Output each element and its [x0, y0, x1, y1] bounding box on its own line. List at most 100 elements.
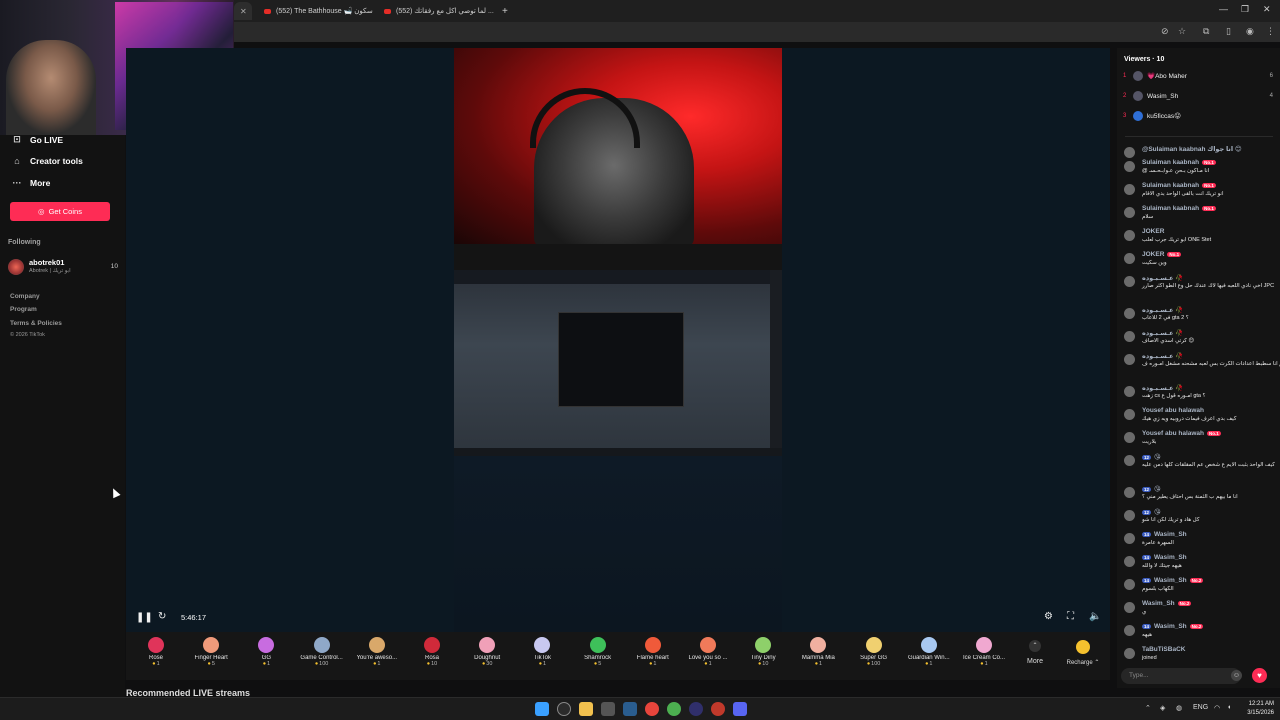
gift-item[interactable]: Super GG100 — [846, 637, 902, 667]
avatar — [1124, 276, 1135, 287]
wifi-icon[interactable]: ◠ — [1214, 704, 1220, 712]
chat-input[interactable]: Type... — [1121, 668, 1241, 684]
language-indicator[interactable]: ENG — [1193, 704, 1208, 711]
gift-item[interactable]: Flame heart1 — [625, 637, 681, 667]
chevron-up-icon[interactable]: ⌃ — [1145, 704, 1151, 712]
volume-icon[interactable]: ◖ — [1227, 704, 1231, 711]
viewer-name: Wasim_Sh — [1147, 92, 1179, 100]
following-item[interactable]: abotrek01 Abotrek | ابو تريك 10 — [8, 258, 120, 278]
chat-text: انا ما بيهم ب الثمنة بس احتاف يطير مني ؟ — [1142, 494, 1238, 500]
nav-more[interactable]: ··· More — [12, 178, 51, 188]
camera-off-icon[interactable]: ⊘ — [1161, 26, 1169, 37]
chat-username: عـسـبـوده 🥀 — [1142, 330, 1184, 337]
gift-item[interactable]: Mamma Mia1 — [790, 637, 846, 667]
following-name: abotrek01 — [29, 258, 65, 267]
refresh-icon[interactable]: ↻ — [158, 611, 166, 622]
following-count: 10 — [110, 263, 118, 270]
gift-price: 100 — [846, 661, 902, 667]
app-icon[interactable] — [667, 702, 681, 716]
search-icon[interactable] — [557, 702, 571, 716]
headphones — [530, 88, 640, 148]
network-icon[interactable]: ◈ — [1160, 704, 1165, 712]
gift-item[interactable]: Tiny Diny10 — [735, 637, 791, 667]
video-divider — [454, 244, 782, 270]
emoji-icon[interactable]: ☺ — [1231, 670, 1242, 681]
get-coins-button[interactable]: ◎ Get Coins — [10, 202, 110, 221]
obs-icon[interactable] — [689, 702, 703, 716]
gift-icon — [313, 637, 330, 653]
viewer-rank: 3 — [1123, 113, 1127, 119]
extension-icon[interactable]: ⧉ — [1203, 26, 1209, 37]
chrome-icon[interactable] — [645, 702, 659, 716]
gift-item[interactable]: Ice Cream Co...1 — [956, 637, 1012, 667]
fullscreen-icon[interactable]: ⛶ — [1067, 611, 1074, 622]
gift-item[interactable]: Rose1 — [128, 637, 184, 667]
chat-header: Sulaiman kaabnah No.1 — [1142, 159, 1216, 166]
chat-text: ي — [1142, 609, 1147, 615]
close-icon[interactable]: ✕ — [240, 7, 247, 16]
footer-terms[interactable]: Terms & Policies — [10, 320, 62, 327]
star-icon[interactable]: ☆ — [1178, 26, 1186, 37]
app-tray-icon[interactable]: ◍ — [1176, 704, 1182, 712]
chat-text: السهرة عامرة — [1142, 540, 1174, 546]
volume-icon[interactable]: 🔈 — [1089, 611, 1101, 622]
app-icon[interactable] — [711, 702, 725, 716]
gift-item[interactable]: You're aweso...1 — [349, 637, 405, 667]
viewer-row[interactable]: 2 Wasim_Sh 4 — [1123, 91, 1273, 101]
calendar-icon[interactable] — [601, 702, 615, 716]
minimize-icon[interactable]: — — [1219, 4, 1228, 14]
system-clock[interactable]: 12:21 AM 3/15/2026 — [1247, 700, 1274, 718]
avatar — [1124, 161, 1135, 172]
gift-item[interactable]: Doughnut30 — [459, 637, 515, 667]
discord-icon[interactable] — [733, 702, 747, 716]
new-tab-icon[interactable]: + — [496, 2, 510, 20]
close-window-icon[interactable]: ✕ — [1263, 4, 1271, 15]
gear-icon[interactable]: ⚙ — [1044, 611, 1053, 622]
gift-item[interactable]: Guardian Win...1 — [901, 637, 957, 667]
screen-taskbar — [454, 448, 782, 456]
chat-username: Wasim_Sh — [1154, 623, 1187, 630]
file-explorer-icon[interactable] — [579, 702, 593, 716]
footer-program[interactable]: Program — [10, 306, 37, 313]
pause-icon[interactable]: ❚❚ — [136, 612, 153, 623]
gift-price: 1 — [625, 661, 681, 667]
viewer-row[interactable]: 3 ku5ficcas😛 — [1123, 111, 1273, 121]
level-badge: 14 — [1142, 554, 1152, 560]
windows-start-icon[interactable] — [535, 702, 549, 716]
restore-icon[interactable]: ❐ — [1241, 4, 1249, 15]
browser-tab[interactable]: (552) لما توصي اكل مع رفقاتك ... ✕ — [378, 2, 496, 20]
steam-icon[interactable] — [623, 702, 637, 716]
chat-header: Sulaiman kaabnah No.1 — [1142, 182, 1216, 189]
recharge-label: Recharge ⌃ — [1066, 660, 1100, 666]
heart-icon[interactable]: ♥ — [1252, 668, 1267, 683]
viewer-row[interactable]: 1 💗Abo Maher 6 — [1123, 71, 1273, 81]
chat-username: JOKER — [1142, 251, 1165, 258]
active-tab[interactable]: ✕ — [234, 2, 252, 20]
recharge-button[interactable]: Recharge ⌃ — [1066, 640, 1100, 666]
rank-badge: No.2 — [1189, 577, 1204, 583]
gift-price: 1 — [790, 661, 846, 667]
gift-item[interactable]: GG1 — [238, 637, 294, 667]
gift-more-button[interactable]: ⌃ More — [1024, 640, 1046, 665]
footer-company[interactable]: Company — [10, 293, 40, 300]
gift-item[interactable]: TikTok1 — [514, 637, 570, 667]
video-screen-share — [454, 270, 782, 456]
chat-text: @ انا مـاكون بـحن عـوابـحـسـ — [1142, 168, 1210, 174]
gift-item[interactable]: Shamrock5 — [570, 637, 626, 667]
nav-creator-tools[interactable]: ⌂ Creator tools — [12, 156, 83, 166]
gift-item[interactable]: Love you so ...1 — [680, 637, 736, 667]
gift-price: 1 — [349, 661, 405, 667]
profile-icon[interactable]: ◉ — [1246, 26, 1254, 37]
menu-icon[interactable]: ⋮ — [1266, 26, 1275, 37]
live-player[interactable]: ❚❚ ↻ 5:46:17 ⚙ ⛶ 🔈 — [126, 48, 1110, 632]
avatar — [1124, 184, 1135, 195]
gift-item[interactable]: Game Control...100 — [294, 637, 350, 667]
nav-go-live[interactable]: ⊡ Go LIVE — [12, 134, 63, 145]
level-badge: 12 — [1142, 509, 1152, 515]
browser-tab[interactable]: (552) The Bathhouse 🛁 سكون ✕ — [258, 2, 376, 20]
chat-text: هيهه جيتك لا والله — [1142, 563, 1182, 569]
sidebar-icon[interactable]: ▯ — [1226, 26, 1231, 37]
gift-item[interactable]: Finger Heart5 — [183, 637, 239, 667]
chat-header: عـسـبـوده 🥀 — [1142, 306, 1184, 314]
gift-item[interactable]: Rosa10 — [404, 637, 460, 667]
